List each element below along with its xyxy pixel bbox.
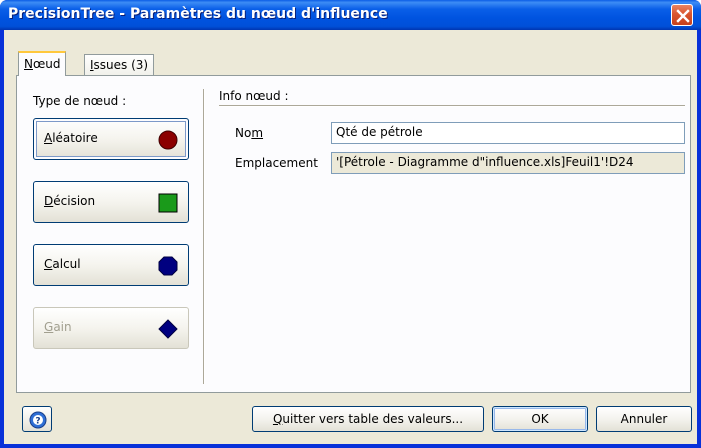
tab-panel-noeud: Type de nœud : Aléatoire Décision Calcul [16,75,691,393]
location-field-label: Emplacement [235,156,318,170]
node-type-heading: Type de nœud : [33,94,127,108]
payoff-node-diamond-icon [158,319,178,339]
tab-noeud-accel: N [24,57,33,71]
decision-node-square-icon [158,193,178,213]
node-info-divider [219,105,685,107]
svg-text:?: ? [35,417,40,427]
dialog-window: PrecisionTree - Paramètres du nœud d'inf… [0,0,701,448]
close-icon [676,9,690,23]
tab-issues[interactable]: Issues (3) [84,54,155,76]
name-input[interactable]: Qté de pétrole [331,122,685,144]
name-field-label: Nom [235,126,264,140]
node-info-heading: Info nœud : [219,89,289,103]
node-type-payoff-label: Gain [44,320,72,334]
tab-noeud[interactable]: Nœud [18,51,67,76]
window-title: PrecisionTree - Paramètres du nœud d'inf… [8,6,388,22]
location-field: '[Pétrole - Diagramme d"influence.xls]Fe… [331,152,685,174]
node-type-decision-button[interactable]: Décision [33,181,189,223]
chance-node-circle-icon [158,130,178,150]
tab-issues-label: ssues (3) [93,58,149,72]
node-type-calculation-label: Calcul [44,257,81,271]
title-bar[interactable]: PrecisionTree - Paramètres du nœud d'inf… [0,0,701,30]
vertical-divider [203,89,205,384]
cancel-button[interactable]: Annuler [596,406,692,432]
node-type-chance-label: Aléatoire [44,131,98,145]
node-type-calculation-button[interactable]: Calcul [33,244,189,286]
node-type-decision-label: Décision [44,194,96,208]
node-type-payoff-button[interactable]: Gain [33,307,189,349]
dialog-client-area: Nœud Issues (3) Type de nœud : Aléatoire… [4,30,697,444]
node-type-chance-button[interactable]: Aléatoire [33,118,189,160]
tab-noeud-label: œud [32,57,61,71]
help-icon: ? [29,411,47,429]
help-button[interactable]: ? [22,406,52,432]
goto-value-table-button[interactable]: Quitter vers table des valeurs... [252,406,484,432]
ok-button[interactable]: OK [492,406,588,432]
close-button[interactable] [671,4,693,26]
calculation-node-octagon-icon [158,256,178,276]
